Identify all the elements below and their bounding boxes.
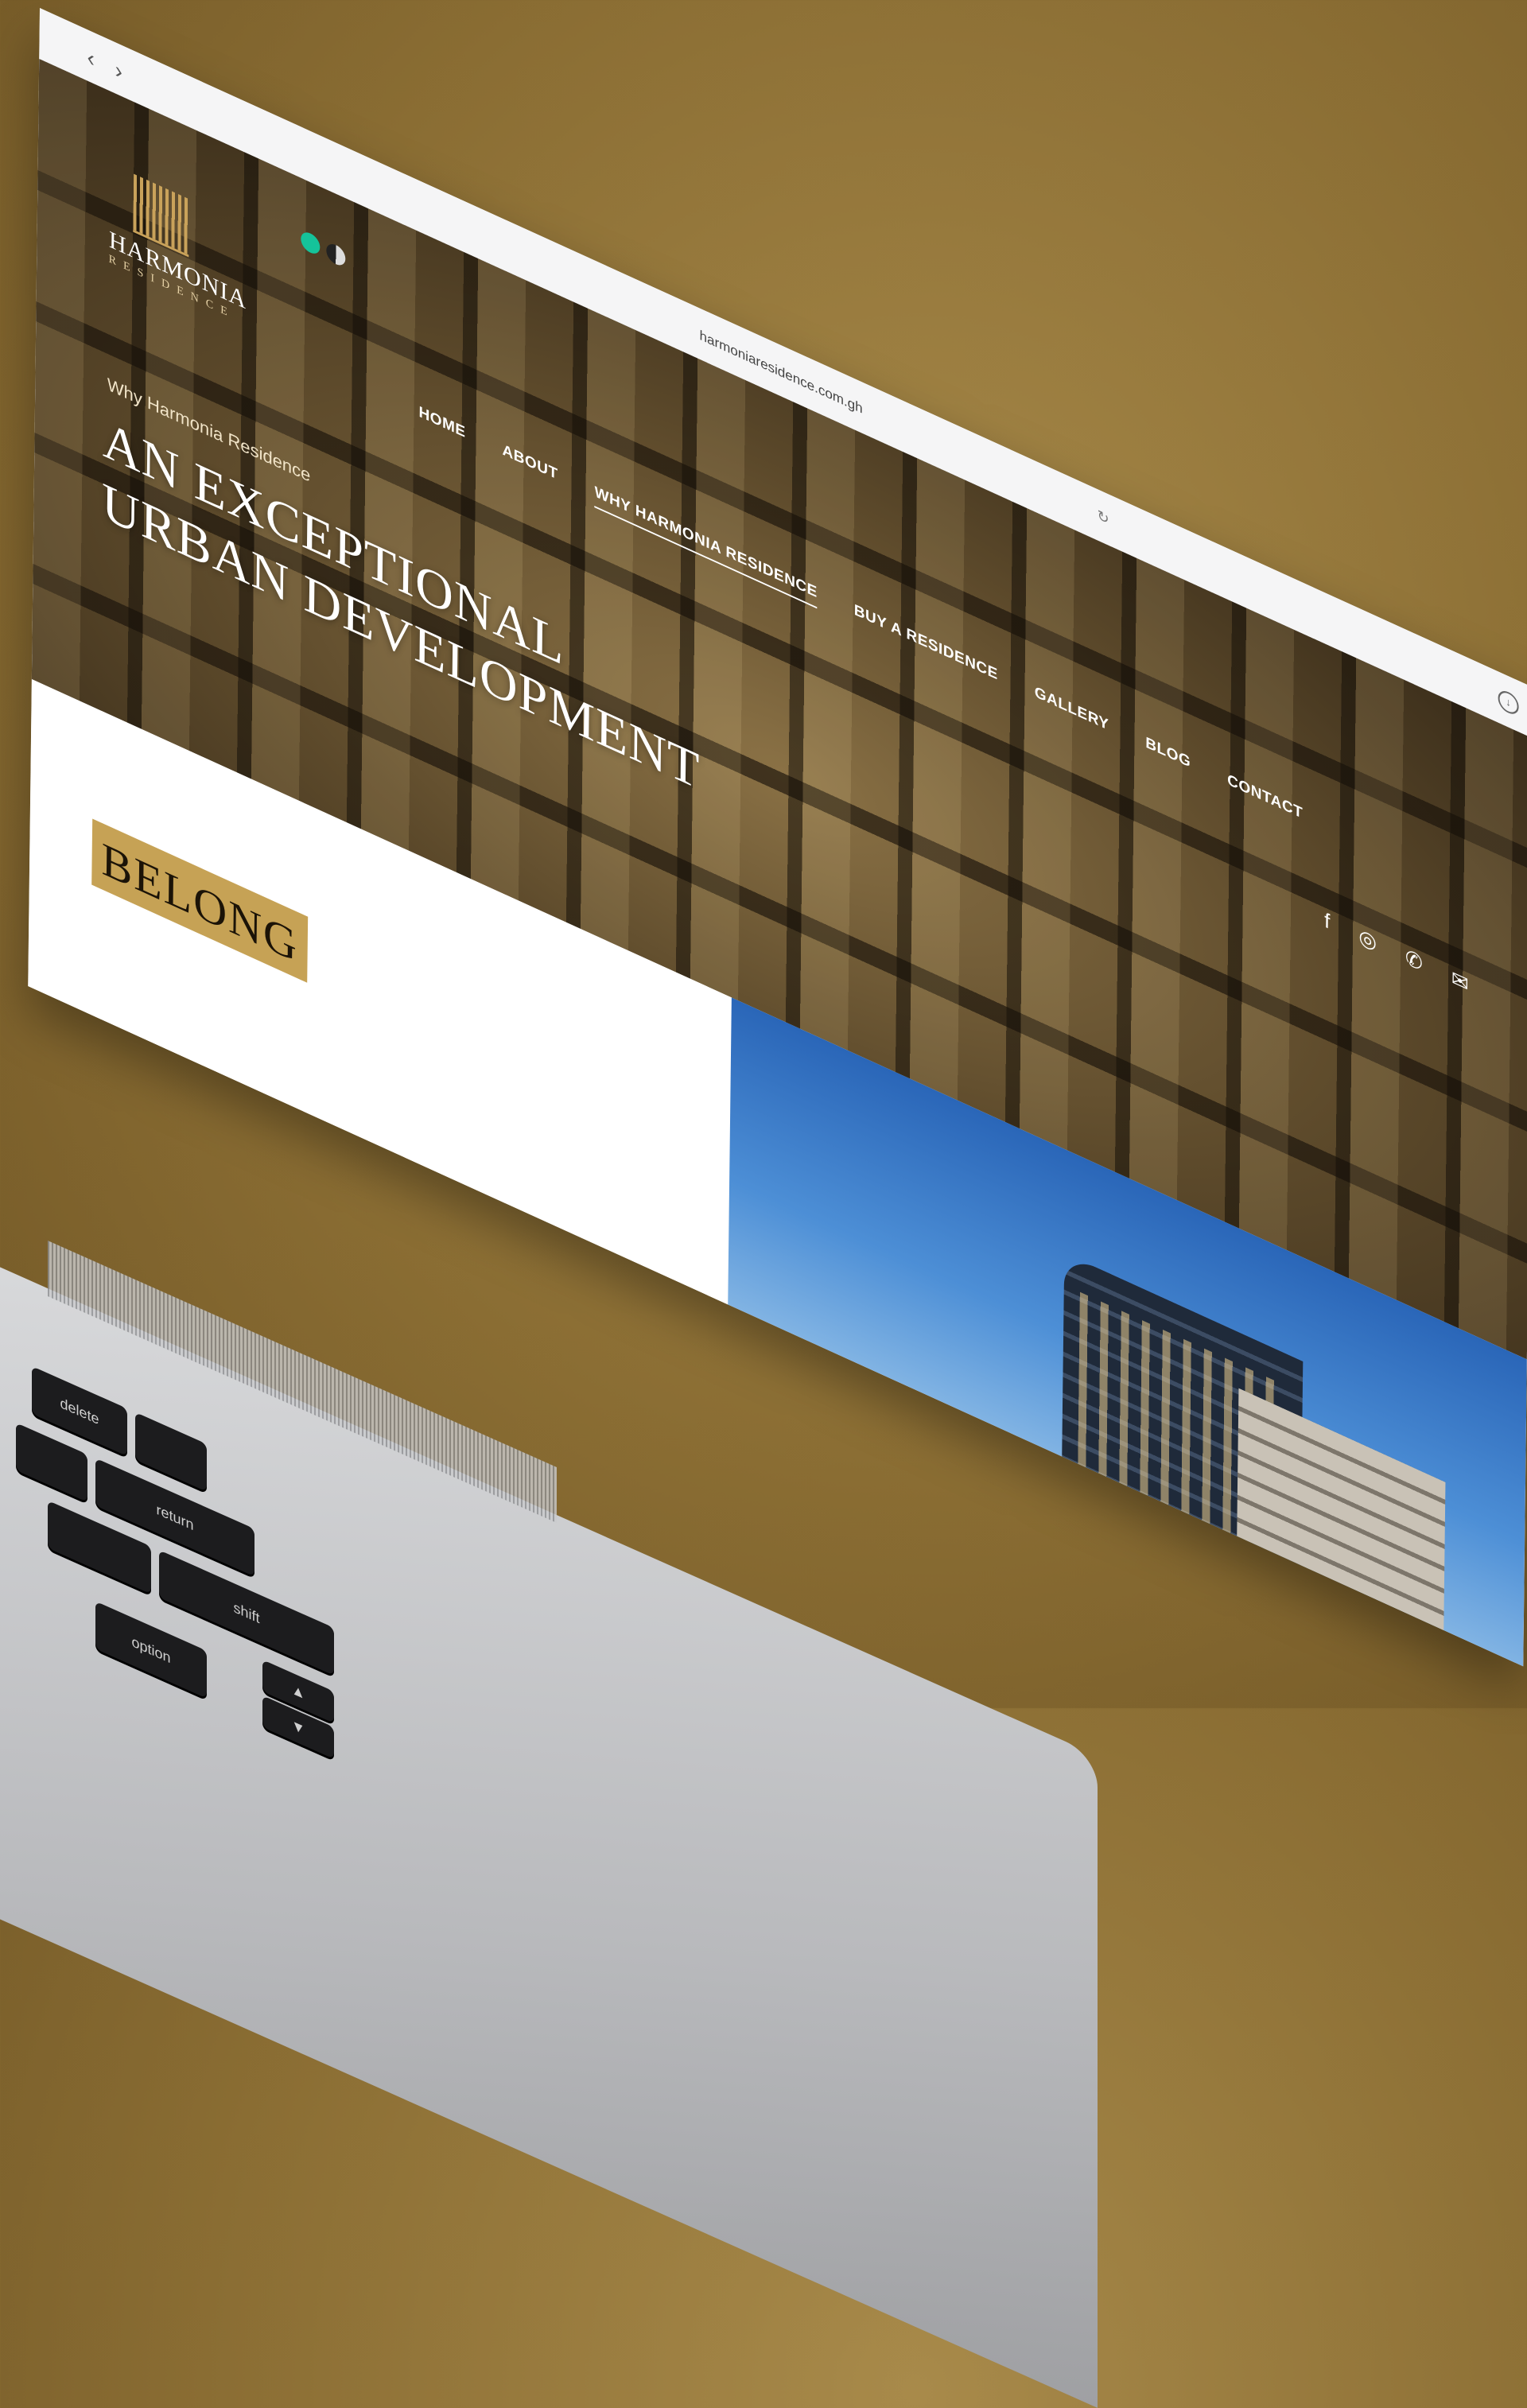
download-icon[interactable]: ↓ [1498,687,1519,718]
key-option: option [95,1601,207,1699]
forward-icon[interactable]: › [115,56,122,85]
belong-label: BELONG [91,818,309,983]
reload-icon[interactable]: ↻ [1097,507,1109,529]
laptop-screen: ‹ › harmoniaresidence.com.gh ↻ ↓ HARMONI… [28,8,1527,1667]
tower-side-wing [1235,1388,1446,1667]
back-icon[interactable]: ‹ [87,44,95,72]
browser-window: ‹ › harmoniaresidence.com.gh ↻ ↓ HARMONI… [28,8,1527,1667]
facebook-icon[interactable]: f [1324,907,1331,934]
